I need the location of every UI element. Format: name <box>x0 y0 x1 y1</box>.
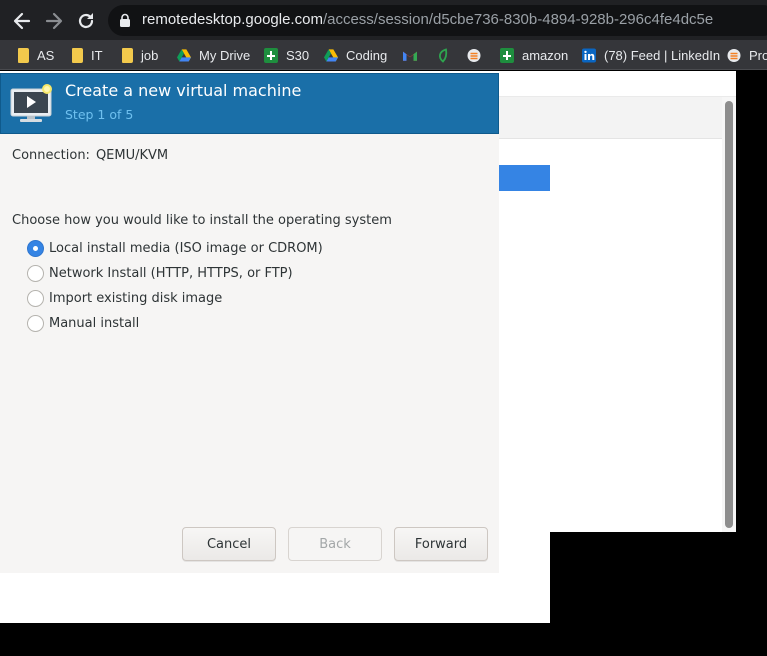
connection-label: Connection: <box>12 148 90 163</box>
background-selected-row[interactable] <box>499 165 550 191</box>
connection-row: Connection: QEMU/KVM <box>12 148 168 163</box>
gmail-icon <box>403 51 417 61</box>
folder-icon <box>122 47 133 63</box>
bookmark-label: S30 <box>286 47 310 63</box>
background-scrollbar-thumb[interactable] <box>725 101 733 528</box>
forward-button[interactable]: Forward <box>394 527 488 561</box>
stack-icon <box>727 48 741 62</box>
radio-button[interactable] <box>27 289 44 307</box>
option-label: Local install media (ISO image or CDROM) <box>49 240 323 256</box>
google-sheets-icon <box>500 47 514 63</box>
google-drive-icon <box>324 48 338 61</box>
remote-desktop-view[interactable]: Create a new virtual machine Step 1 of 5… <box>0 71 767 656</box>
bookmark-label: AS <box>37 47 55 63</box>
google-drive-icon <box>177 48 191 61</box>
reload-icon[interactable] <box>75 10 97 32</box>
option-label: Manual install <box>49 315 140 331</box>
option-import-disk-image[interactable]: Import existing disk image <box>27 288 222 308</box>
bookmark-it[interactable]: IT <box>72 40 103 70</box>
virtual-machine-icon <box>10 84 52 122</box>
background-toolbar-strip <box>499 97 723 139</box>
bookmark-stack[interactable] <box>467 40 481 70</box>
url-path: /access/session/d5cbe736-830b-4894-928b-… <box>322 11 714 28</box>
url-text[interactable]: remotedesktop.google.com/access/session/… <box>142 11 713 28</box>
bookmark-label: My Drive <box>199 47 251 63</box>
dialog-step-indicator: Step 1 of 5 <box>65 107 134 122</box>
forward-arrow-icon[interactable] <box>43 10 65 32</box>
bookmark-job[interactable]: job <box>122 40 158 70</box>
bookmark-my-drive[interactable]: My Drive <box>177 40 250 70</box>
option-manual-install[interactable]: Manual install <box>27 313 139 333</box>
option-label: Import existing disk image <box>49 290 223 306</box>
install-method-prompt: Choose how you would like to install the… <box>12 213 392 228</box>
back-arrow-icon[interactable] <box>11 10 33 32</box>
option-label: Network Install (HTTP, HTTPS, or FTP) <box>49 265 293 281</box>
bookmark-label: amazon <box>522 47 569 63</box>
bookmark-pro[interactable]: Pro <box>727 40 767 70</box>
browser-toolbar: remotedesktop.google.com/access/session/… <box>0 0 767 40</box>
bookmark-amazon[interactable]: amazon <box>500 40 568 70</box>
bookmark-as[interactable]: AS <box>18 40 54 70</box>
bookmark-s30[interactable]: S30 <box>264 40 309 70</box>
radio-button-selected[interactable] <box>27 239 44 257</box>
option-local-install-media[interactable]: Local install media (ISO image or CDROM) <box>27 238 323 258</box>
bookmark-coding[interactable]: Coding <box>324 40 387 70</box>
url-host: remotedesktop.google.com <box>142 11 323 28</box>
dialog-title: Create a new virtual machine <box>65 81 302 100</box>
bookmark-label: IT <box>91 47 103 63</box>
folder-icon <box>72 47 83 63</box>
bookmark-linkedin[interactable]: (78) Feed | LinkedIn <box>582 40 720 70</box>
bookmark-label: Pro <box>749 47 767 63</box>
connection-value: QEMU/KVM <box>95 148 169 163</box>
bookmark-label: (78) Feed | LinkedIn <box>604 47 721 63</box>
stack-icon <box>467 48 481 62</box>
linkedin-icon <box>582 48 596 62</box>
bookmark-label: job <box>141 47 159 63</box>
lock-icon <box>120 13 130 27</box>
cancel-button[interactable]: Cancel <box>182 527 276 561</box>
radio-button[interactable] <box>27 264 44 282</box>
new-vm-dialog: Create a new virtual machine Step 1 of 5… <box>0 73 499 573</box>
back-button[interactable]: Back <box>288 527 382 561</box>
dialog-header: Create a new virtual machine Step 1 of 5 <box>0 73 499 134</box>
bookmarks-bar: AS IT job My Drive S30 Coding amazon (78… <box>0 40 767 70</box>
radio-button[interactable] <box>27 314 44 332</box>
leaf-icon <box>439 47 448 63</box>
option-network-install[interactable]: Network Install (HTTP, HTTPS, or FTP) <box>27 263 293 283</box>
folder-icon <box>18 47 29 63</box>
background-window-titlebar <box>499 71 736 97</box>
bookmark-label: Coding <box>346 47 388 63</box>
google-sheets-icon <box>264 47 278 63</box>
bookmark-leaf[interactable] <box>436 40 450 70</box>
bookmark-gmail[interactable] <box>403 40 417 70</box>
